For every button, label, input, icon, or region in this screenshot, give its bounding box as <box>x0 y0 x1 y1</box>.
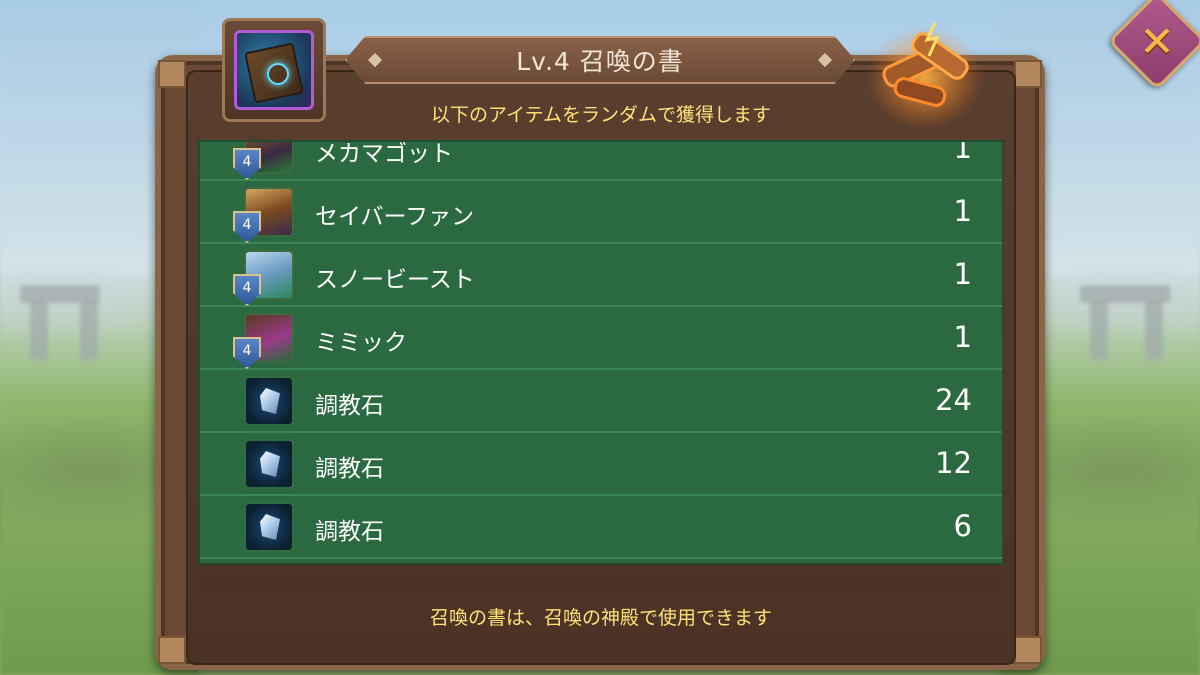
title-banner: Lv.4 召喚の書 <box>345 36 855 84</box>
item-name: 調教石 <box>315 519 384 545</box>
level-badge: 4 <box>233 211 261 243</box>
reward-list[interactable]: 4 メカマゴット 1 4 セイバーファン 1 4 スノービースト 1 4 ミミッ… <box>198 140 1004 565</box>
taming-stone-icon <box>244 439 294 489</box>
list-fade <box>198 560 1004 590</box>
list-item: 4 メカマゴット 1 <box>200 140 1002 181</box>
item-name: メカマゴット <box>315 141 453 167</box>
list-item: 4 ミミック 1 <box>200 307 1002 370</box>
panel-corner <box>158 60 186 88</box>
item-quantity: 1 <box>953 320 972 354</box>
level-badge: 4 <box>233 274 261 306</box>
item-quantity: 1 <box>953 140 972 165</box>
list-item: 調教石 12 <box>200 433 1002 496</box>
taming-stone-icon <box>244 502 294 552</box>
level-badge: 4 <box>233 337 261 369</box>
item-name: ミミック <box>315 330 407 356</box>
summon-book-icon <box>234 30 314 110</box>
item-quantity: 6 <box>953 509 972 543</box>
item-name: スノービースト <box>315 267 475 293</box>
list-item: 調教石 24 <box>200 370 1002 433</box>
close-icon[interactable]: ✕ <box>1122 6 1192 76</box>
dialog-subtitle: 以下のアイテムをランダムで獲得します <box>430 104 772 126</box>
dialog-title: Lv.4 召喚の書 <box>516 47 684 76</box>
item-quantity: 1 <box>953 257 972 291</box>
list-item: 4 セイバーファン 1 <box>200 181 1002 244</box>
panel-corner <box>1014 636 1042 664</box>
level-badge: 4 <box>233 148 261 180</box>
panel-corner <box>1014 60 1042 88</box>
item-quantity: 24 <box>935 383 972 417</box>
item-quantity: 1 <box>953 194 972 228</box>
taming-stone-icon <box>244 376 294 426</box>
item-quantity: 12 <box>935 446 972 480</box>
list-item: 調教石 6 <box>200 496 1002 559</box>
item-name: 調教石 <box>315 393 384 419</box>
dialog-footer-note: 召喚の書は、召喚の神殿で使用できます <box>429 607 772 629</box>
list-item: 4 スノービースト 1 <box>200 244 1002 307</box>
panel-corner <box>158 636 186 664</box>
item-name: 調教石 <box>315 456 384 482</box>
item-name: セイバーファン <box>315 204 475 230</box>
